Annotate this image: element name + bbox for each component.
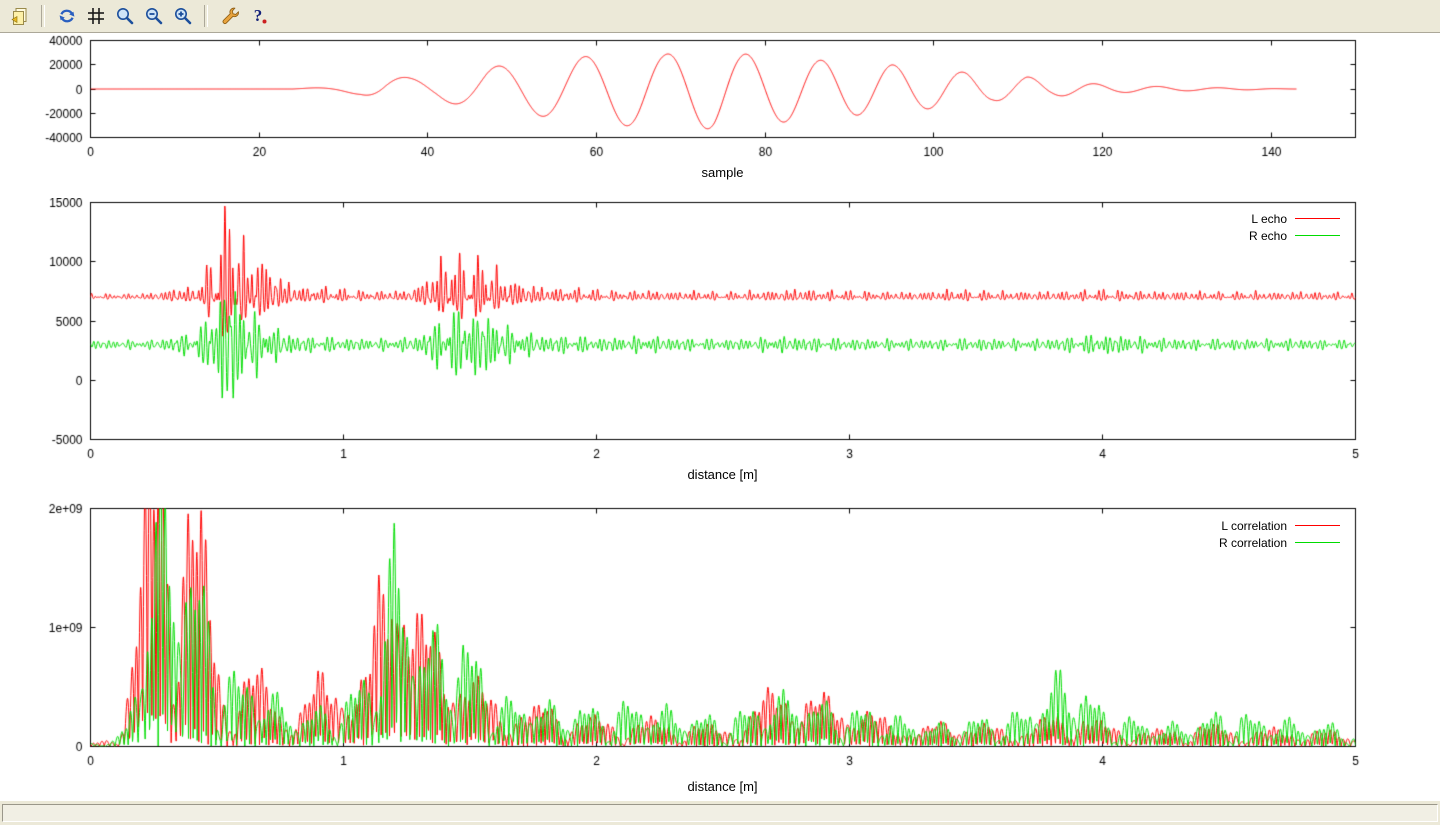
help-button[interactable]: ?: [245, 3, 272, 30]
toolbar-separator: [204, 5, 208, 27]
zoom-out-icon: [144, 6, 164, 26]
zoom-out-button[interactable]: [140, 3, 167, 30]
correlation-chart-canvas[interactable]: [0, 498, 1440, 800]
toggle-grid-button[interactable]: [82, 3, 109, 30]
echo-chart-canvas[interactable]: [0, 198, 1440, 498]
replot-icon: [57, 6, 77, 26]
copy-to-clipboard-icon: [10, 6, 30, 26]
gnuplot-window: ? sample distance [m] distance [m] L ech…: [0, 0, 1440, 825]
toolbar-separator: [41, 5, 45, 27]
replot-button[interactable]: [53, 3, 80, 30]
toggle-grid-icon: [86, 6, 106, 26]
help-icon: ?: [249, 6, 269, 26]
status-text: [2, 804, 1438, 822]
zoom-in-button[interactable]: [169, 3, 196, 30]
pulse-chart-canvas[interactable]: [0, 34, 1440, 198]
zoom-previous-button[interactable]: [111, 3, 138, 30]
configure-button[interactable]: [216, 3, 243, 30]
status-bar: [0, 800, 1440, 825]
zoom-previous-icon: [115, 6, 135, 26]
svg-text:?: ?: [253, 6, 262, 25]
configure-icon: [220, 6, 240, 26]
toolbar: ?: [0, 0, 1440, 33]
zoom-in-icon: [173, 6, 193, 26]
copy-to-clipboard-button[interactable]: [6, 3, 33, 30]
